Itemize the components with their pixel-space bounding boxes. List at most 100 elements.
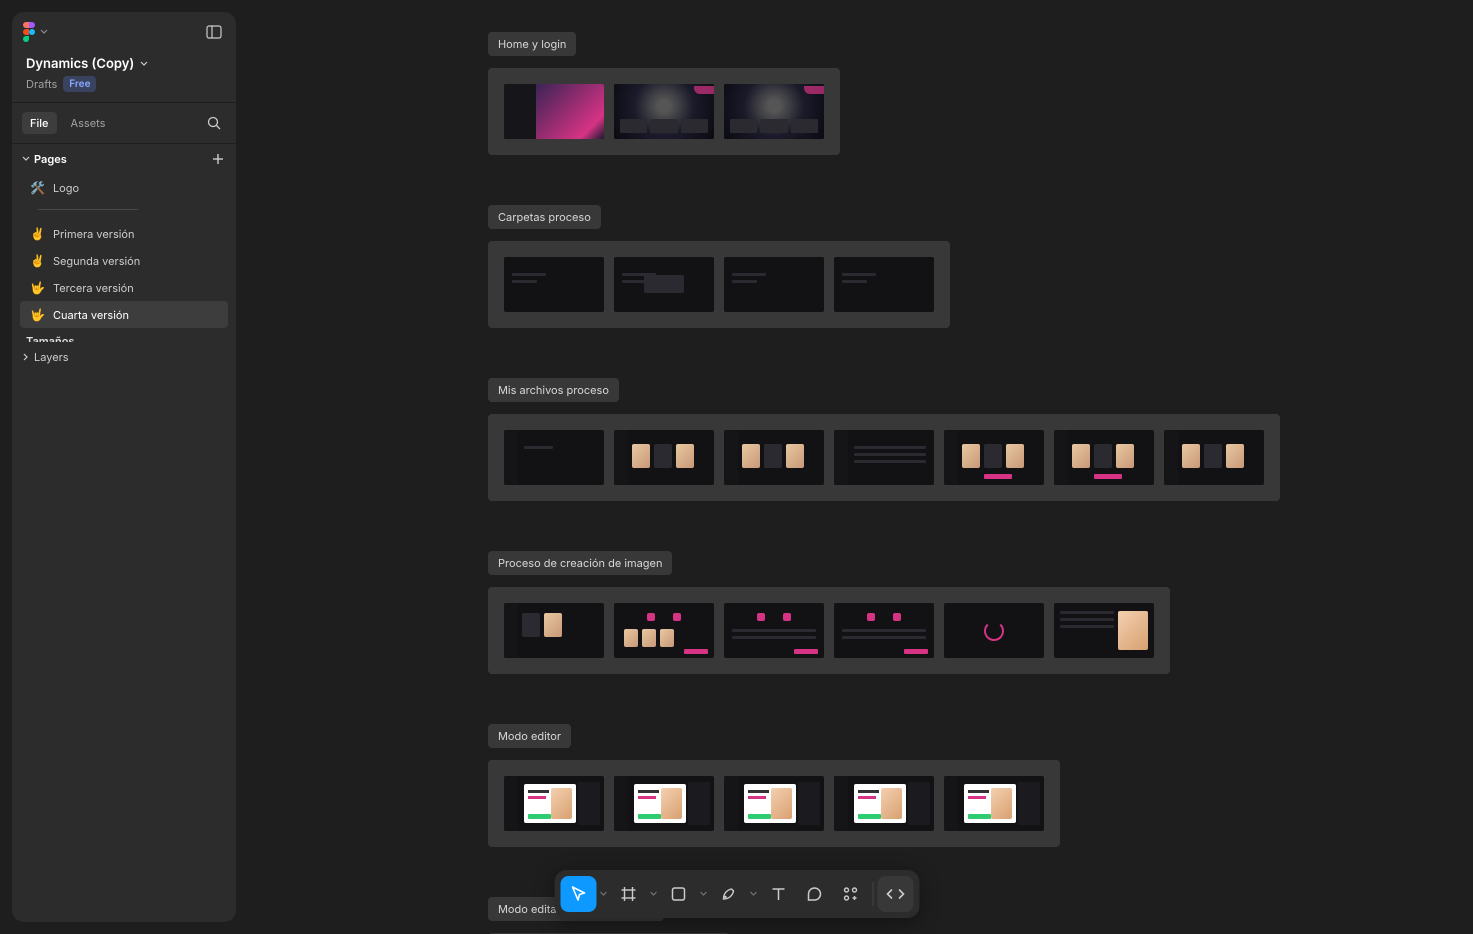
section-label[interactable]: Carpetas proceso [488, 205, 601, 229]
page-emoji-icon: ✌️ [30, 226, 45, 241]
rectangle-icon [669, 885, 687, 903]
frame-thumbnail[interactable] [1054, 603, 1154, 658]
section-label[interactable]: Home y login [488, 32, 576, 56]
frame-thumbnail[interactable] [504, 257, 604, 312]
actions-icon [841, 885, 859, 903]
frame-thumbnail[interactable] [834, 430, 934, 485]
page-cutoff-label: Tamaños [12, 330, 236, 342]
frame-thumbnail[interactable] [614, 776, 714, 831]
tool-frame-chevron[interactable] [646, 876, 660, 912]
section-box[interactable] [488, 414, 1280, 501]
toolbar-separator [872, 882, 873, 906]
add-page-button[interactable] [212, 153, 224, 165]
search-icon [207, 116, 221, 130]
frame-thumbnail[interactable] [724, 257, 824, 312]
page-label: Tercera versión [53, 281, 134, 295]
page-emoji-icon: ✌️ [30, 253, 45, 268]
file-location[interactable]: Drafts [26, 77, 57, 91]
frame-thumbnail[interactable] [504, 84, 604, 139]
frame-thumbnail[interactable] [614, 430, 714, 485]
section-box[interactable] [488, 587, 1170, 674]
dev-mode-toggle[interactable] [877, 876, 913, 912]
tool-shape-chevron[interactable] [696, 876, 710, 912]
text-icon [769, 885, 787, 903]
frame-thumbnail[interactable] [834, 257, 934, 312]
file-title-dropdown[interactable]: Dynamics (Copy) [26, 56, 222, 72]
page-item[interactable]: 🤟 Cuarta versión [20, 301, 228, 328]
tool-move[interactable] [560, 876, 596, 912]
page-separator [38, 209, 138, 210]
frame-thumbnail[interactable] [834, 603, 934, 658]
plan-badge[interactable]: Free [63, 76, 96, 92]
figma-menu[interactable] [22, 22, 48, 42]
tool-shape[interactable] [660, 876, 696, 912]
comment-icon [805, 885, 823, 903]
tool-text[interactable] [760, 876, 796, 912]
frame-thumbnail[interactable] [944, 603, 1044, 658]
bottom-toolbar [554, 870, 919, 918]
frame-thumbnail[interactable] [724, 603, 824, 658]
figma-logo-icon [22, 22, 36, 42]
file-title-block: Dynamics (Copy) Drafts Free [12, 48, 236, 102]
frame-thumbnail[interactable] [614, 603, 714, 658]
canvas[interactable]: Home y login Carpetas proceso Mis archivos… [248, 0, 1473, 934]
frame-thumbnail[interactable] [724, 776, 824, 831]
tool-actions[interactable] [832, 876, 868, 912]
page-item[interactable]: ✌️ Primera versión [20, 220, 228, 247]
pages-header[interactable]: Pages [12, 144, 236, 172]
frame-thumbnail[interactable] [504, 430, 604, 485]
tool-frame[interactable] [610, 876, 646, 912]
page-label: Logo [53, 181, 79, 195]
frame-thumbnail[interactable] [724, 84, 824, 139]
section-box[interactable] [488, 760, 1060, 847]
page-label: Cuarta versión [53, 308, 129, 322]
page-item[interactable]: 🤟 Tercera versión [20, 274, 228, 301]
tool-move-chevron[interactable] [596, 876, 610, 912]
panel-tabs: File Assets [12, 103, 236, 143]
frame-thumbnail[interactable] [944, 430, 1044, 485]
frame-thumbnail[interactable] [504, 776, 604, 831]
panel-header-row [12, 12, 236, 48]
frame-thumbnail[interactable] [834, 776, 934, 831]
section-label[interactable]: Proceso de creación de imagen [488, 551, 672, 575]
frame-thumbnail[interactable] [1054, 430, 1154, 485]
dev-mode-icon [884, 887, 906, 901]
frame-thumbnail[interactable] [1164, 430, 1264, 485]
section-box[interactable] [488, 68, 840, 155]
frame-thumbnail[interactable] [504, 603, 604, 658]
page-emoji-icon: 🛠️ [30, 180, 45, 195]
page-item[interactable]: ✌️ Segunda versión [20, 247, 228, 274]
tool-pen[interactable] [710, 876, 746, 912]
file-location-row: Drafts Free [26, 76, 222, 92]
layers-label: Layers [34, 350, 69, 364]
chevron-down-icon [40, 28, 48, 36]
frame-thumbnail[interactable] [614, 84, 714, 139]
pages-label: Pages [34, 152, 67, 166]
caret-down-icon [22, 155, 30, 163]
page-item[interactable]: 🛠️ Logo [20, 174, 228, 201]
tab-file[interactable]: File [22, 112, 57, 134]
canvas-section: Carpetas proceso [488, 205, 1433, 328]
section-box[interactable] [488, 241, 950, 328]
frame-thumbnail[interactable] [724, 430, 824, 485]
page-emoji-icon: 🤟 [30, 280, 45, 295]
move-icon [569, 885, 587, 903]
page-emoji-icon: 🤟 [30, 307, 45, 322]
pen-icon [719, 885, 737, 903]
page-label: Primera versión [53, 227, 135, 241]
frame-icon [619, 885, 637, 903]
tab-assets[interactable]: Assets [63, 112, 114, 134]
section-label[interactable]: Mis archivos proceso [488, 378, 619, 402]
canvas-section: Mis archivos proceso [488, 378, 1433, 501]
frame-thumbnail[interactable] [944, 776, 1044, 831]
tool-comment[interactable] [796, 876, 832, 912]
page-label: Segunda versión [53, 254, 140, 268]
search-button[interactable] [202, 111, 226, 135]
toggle-sidebar-button[interactable] [202, 20, 226, 44]
chevron-down-icon [140, 60, 148, 68]
section-label[interactable]: Modo editor [488, 724, 571, 748]
layers-header[interactable]: Layers [12, 342, 236, 370]
sidebar-icon [206, 25, 222, 39]
frame-thumbnail[interactable] [614, 257, 714, 312]
tool-pen-chevron[interactable] [746, 876, 760, 912]
